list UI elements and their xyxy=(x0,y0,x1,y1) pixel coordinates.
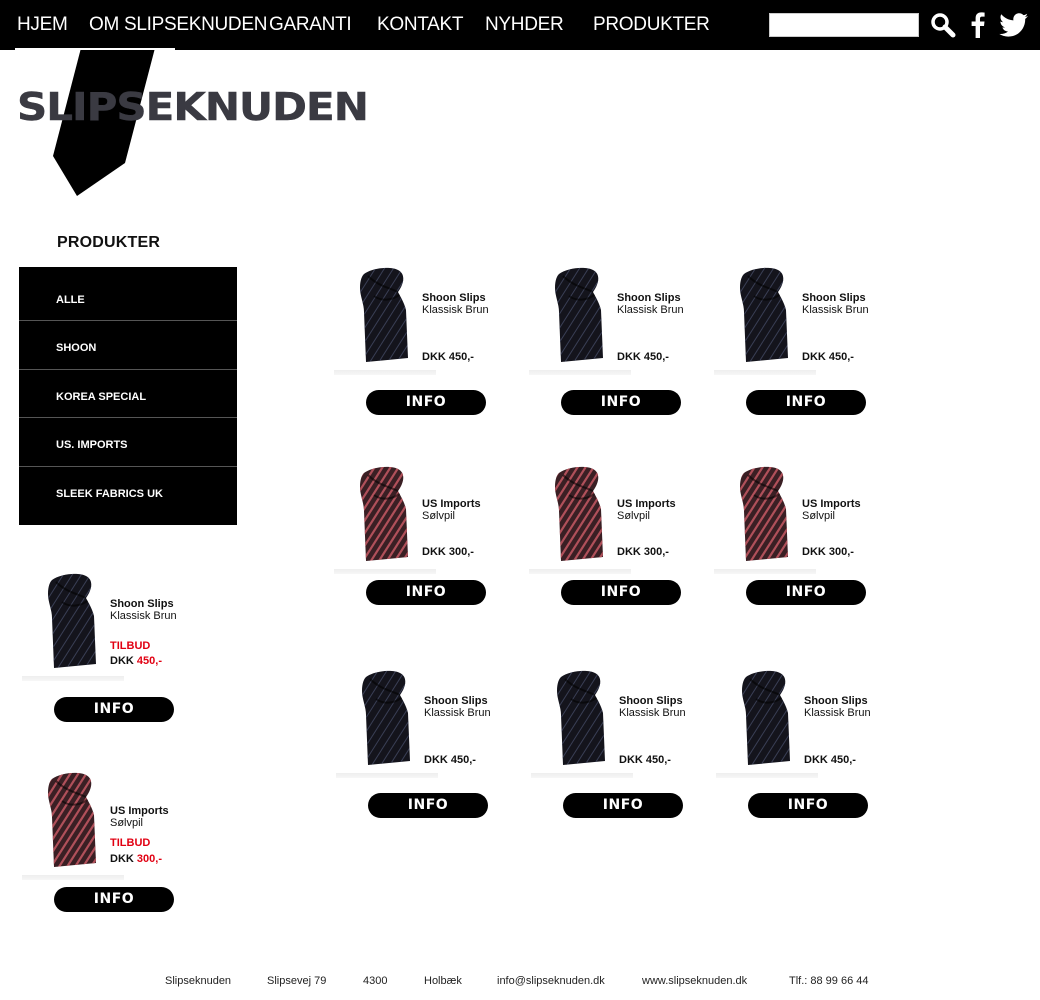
offer-price-value: 300,- xyxy=(136,853,162,865)
site-logo[interactable]: SLIPSEKNUDEN xyxy=(15,48,380,198)
nav-link-kontakt[interactable]: KONTAKT xyxy=(377,14,464,36)
category-item-shoon[interactable]: SHOON xyxy=(19,321,237,370)
facebook-icon[interactable] xyxy=(968,11,988,39)
product-price: DKK 450,- xyxy=(802,351,854,363)
info-button[interactable]: INFO xyxy=(746,390,866,415)
footer-website-link[interactable]: www.slipseknuden.dk xyxy=(642,975,747,987)
search-input[interactable] xyxy=(769,13,919,37)
info-button[interactable]: INFO xyxy=(748,793,868,818)
product-price: DKK 450,- xyxy=(804,754,856,766)
offer-currency: DKK xyxy=(110,655,134,667)
offer-subtitle: Klassisk Brun xyxy=(110,610,177,622)
top-nav-bar: HJEM OM SLIPSEKNUDEN GARANTI KONTAKT NYH… xyxy=(0,0,1040,50)
product-subtitle: Klassisk Brun xyxy=(422,304,489,316)
footer-city: Holbæk xyxy=(424,975,462,987)
nav-link-garanti[interactable]: GARANTI xyxy=(269,14,352,36)
product-name: Shoon Slips xyxy=(422,292,486,304)
logo-text: SLIPSEKNUDEN xyxy=(17,84,369,130)
product-price: DKK 300,- xyxy=(422,546,474,558)
product-name: US Imports xyxy=(802,498,861,510)
card-shadow xyxy=(22,875,124,880)
nav-link-om-slipseknuden[interactable]: OM SLIPSEKNUDEN xyxy=(89,14,267,36)
info-button[interactable]: INFO xyxy=(563,793,683,818)
nav-link-produkter[interactable]: PRODUKTER xyxy=(593,14,710,36)
product-price: DKK 300,- xyxy=(802,546,854,558)
info-button[interactable]: INFO xyxy=(561,580,681,605)
product-name: Shoon Slips xyxy=(617,292,681,304)
product-price: DKK 450,- xyxy=(424,754,476,766)
category-item-sleek-fabrics-uk[interactable]: SLEEK FABRICS UK xyxy=(19,467,237,525)
offer-name: US Imports xyxy=(110,805,169,817)
footer-street: Slipsevej 79 xyxy=(267,975,327,987)
offer-subtitle: Sølvpil xyxy=(110,817,144,829)
card-shadow xyxy=(716,773,818,778)
category-item-us-imports[interactable]: US. IMPORTS xyxy=(19,418,237,467)
offer-price-value: 450,- xyxy=(136,655,162,667)
category-item-alle[interactable]: ALLE xyxy=(19,267,237,321)
card-shadow xyxy=(714,569,816,574)
product-subtitle: Sølvpil xyxy=(422,510,456,522)
product-subtitle: Klassisk Brun xyxy=(804,707,871,719)
product-subtitle: Klassisk Brun xyxy=(617,304,684,316)
product-name: US Imports xyxy=(617,498,676,510)
offer-price: DKK 300,- xyxy=(110,853,162,865)
card-shadow xyxy=(334,370,436,375)
nav-link-hjem[interactable]: HJEM xyxy=(17,14,68,36)
footer-company: Slipseknuden xyxy=(165,975,232,987)
product-name: US Imports xyxy=(422,498,481,510)
footer-phone: Tlf.: 88 99 66 44 xyxy=(789,975,869,987)
card-shadow xyxy=(529,569,631,574)
info-button[interactable]: INFO xyxy=(366,580,486,605)
card-shadow xyxy=(529,370,631,375)
nav-link-nyhder[interactable]: NYHDER xyxy=(485,14,564,36)
card-shadow xyxy=(336,773,438,778)
info-button[interactable]: INFO xyxy=(746,580,866,605)
offer-label: TILBUD xyxy=(110,837,151,849)
product-name: Shoon Slips xyxy=(802,292,866,304)
product-name: Shoon Slips xyxy=(804,695,868,707)
offer-label: TILBUD xyxy=(110,640,151,652)
product-subtitle: Klassisk Brun xyxy=(802,304,869,316)
offer-price: DKK 450,- xyxy=(110,655,162,667)
offer-currency: DKK xyxy=(110,853,134,865)
info-button[interactable]: INFO xyxy=(368,793,488,818)
info-button[interactable]: INFO xyxy=(54,887,174,912)
product-subtitle: Sølvpil xyxy=(802,510,836,522)
category-menu: ALLE SHOON KOREA SPECIAL US. IMPORTS SLE… xyxy=(19,267,237,525)
footer-email-link[interactable]: info@slipseknuden.dk xyxy=(497,975,605,987)
info-button[interactable]: INFO xyxy=(561,390,681,415)
info-button[interactable]: INFO xyxy=(54,697,174,722)
product-subtitle: Sølvpil xyxy=(617,510,651,522)
product-subtitle: Klassisk Brun xyxy=(619,707,686,719)
product-price: DKK 450,- xyxy=(422,351,474,363)
product-price: DKK 450,- xyxy=(619,754,671,766)
card-shadow xyxy=(22,676,124,681)
card-shadow xyxy=(531,773,633,778)
product-price: DKK 300,- xyxy=(617,546,669,558)
product-subtitle: Klassisk Brun xyxy=(424,707,491,719)
offer-name: Shoon Slips xyxy=(110,598,174,610)
info-button[interactable]: INFO xyxy=(366,390,486,415)
search-icon[interactable] xyxy=(929,11,957,39)
sidebar-heading: PRODUKTER xyxy=(57,234,161,251)
category-item-korea-special[interactable]: KOREA SPECIAL xyxy=(19,370,237,418)
card-shadow xyxy=(714,370,816,375)
card-shadow xyxy=(334,569,436,574)
product-name: Shoon Slips xyxy=(424,695,488,707)
product-price: DKK 450,- xyxy=(617,351,669,363)
twitter-icon[interactable] xyxy=(998,11,1030,39)
footer-postcode: 4300 xyxy=(363,975,388,987)
product-name: Shoon Slips xyxy=(619,695,683,707)
